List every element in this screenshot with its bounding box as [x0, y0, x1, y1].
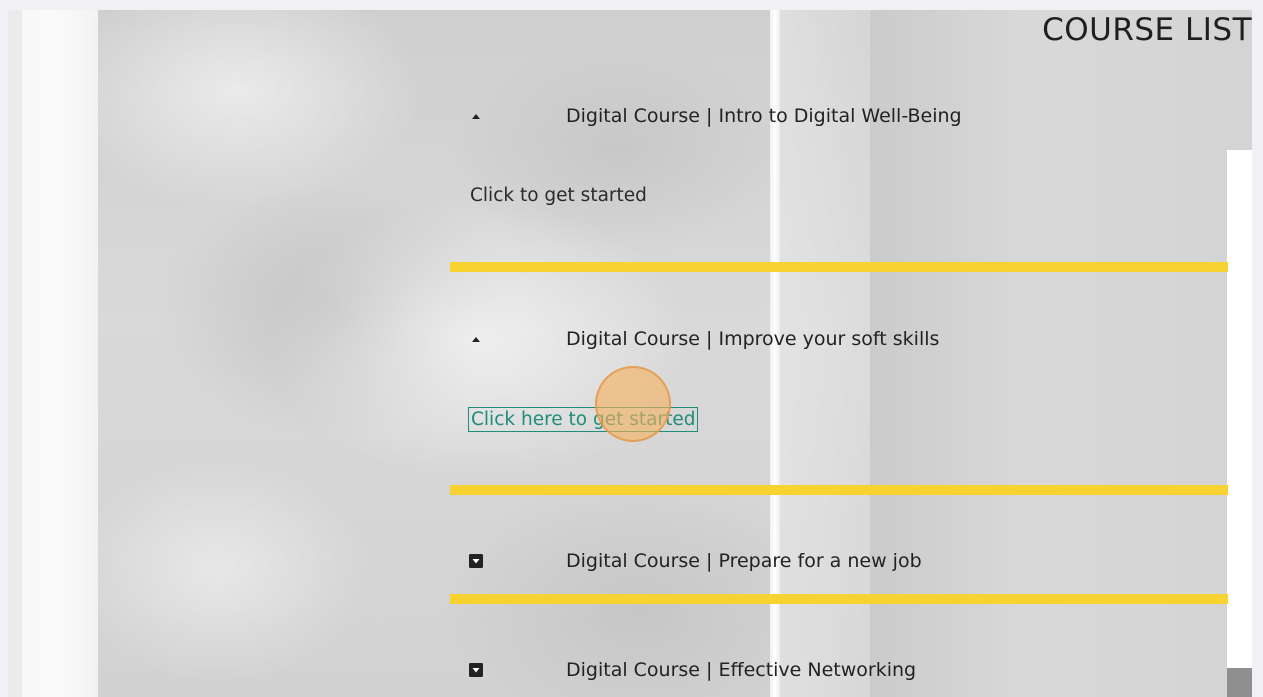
course-toggle[interactable]: Digital Course | Improve your soft skill… [450, 325, 1228, 355]
course-toggle[interactable]: Digital Course | Intro to Digital Well-B… [450, 102, 1228, 132]
background-pillar [22, 10, 98, 697]
get-started-link[interactable]: Click here to get started [467, 407, 699, 432]
course-toggle[interactable]: Digital Course | Effective Networking [450, 656, 1228, 686]
course-toggle[interactable]: Digital Course | Prepare for a new job [450, 547, 1228, 577]
get-started-link[interactable]: Click to get started [470, 185, 647, 206]
course-divider [450, 262, 1228, 272]
background-wall [8, 10, 22, 697]
course-divider [450, 594, 1228, 604]
course-title: Digital Course | Prepare for a new job [566, 550, 922, 572]
caret-up-icon [472, 114, 480, 119]
course-title: Digital Course | Improve your soft skill… [566, 328, 940, 350]
course-title: Digital Course | Effective Networking [566, 659, 917, 681]
course-divider [450, 485, 1228, 495]
caret-up-icon [472, 337, 480, 342]
scrollbar-thumb[interactable] [1227, 668, 1252, 697]
page-viewport: COURSE LIST Digital Course | Intro to Di… [8, 10, 1252, 697]
side-panel [1227, 150, 1252, 697]
caret-down-square-icon [469, 554, 483, 568]
caret-down-square-icon [469, 663, 483, 677]
page-title: COURSE LIST [1042, 12, 1252, 48]
course-title: Digital Course | Intro to Digital Well-B… [566, 105, 962, 127]
